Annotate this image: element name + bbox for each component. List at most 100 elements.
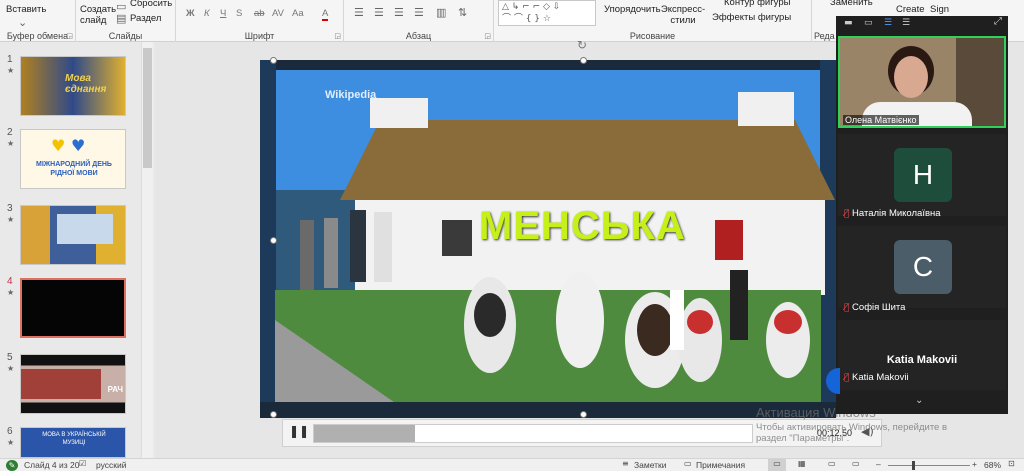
slides-group: Создать слайд ▭ Сбросить ▤ Раздел Слайды — [76, 0, 176, 42]
participant-name-label: 🎙̸ Софія Шита — [844, 302, 905, 313]
language-indicator[interactable]: русский — [96, 460, 127, 470]
video-time: 00:12,50 — [817, 428, 853, 438]
paragraph-group-label: Абзац — [405, 31, 432, 41]
slide-sorter-icon[interactable]: ▦ — [798, 459, 806, 468]
slideshow-icon[interactable]: ▭ — [852, 459, 860, 468]
volume-icon[interactable]: ◀) — [861, 425, 874, 438]
video-frame[interactable]: Wikipedia МЕНСЬКА — [260, 60, 836, 418]
video-progress-fill — [314, 425, 415, 442]
slide-counter: Слайд 4 из 20 — [24, 460, 80, 470]
dialog-launcher-icon[interactable]: ◲ — [66, 32, 73, 40]
slide-thumbnail-6[interactable]: МОВА В УКРАЇНСЬКІЙ МУЗИЦІ — [20, 427, 126, 458]
resize-handle[interactable] — [270, 237, 277, 244]
change-case-button[interactable]: Aa — [292, 8, 304, 19]
participant-tile[interactable]: С 🎙̸ Софія Шита — [838, 226, 1006, 313]
shapes-gallery[interactable]: △ ↳ ⌐ ⌐ ◇ ⇩ ⌒ ⌒ { } ☆ — [498, 0, 596, 26]
new-slide-button[interactable]: Создать слайд — [80, 4, 116, 26]
align-left-icon[interactable]: ☰ — [354, 6, 364, 19]
thumbnail-caption: Мова єднання — [65, 73, 107, 95]
participant-tile[interactable]: Н 🎙̸ Наталія Миколаївна — [838, 134, 1006, 219]
section-button[interactable]: Раздел — [130, 13, 161, 24]
chevron-down-icon[interactable]: ⌄ — [18, 16, 27, 29]
participant-name: Наталія Миколаївна — [852, 208, 941, 219]
italic-button[interactable]: К — [204, 8, 210, 19]
video-progress-bar[interactable] — [313, 424, 753, 443]
columns-icon[interactable]: ▥ — [436, 6, 446, 19]
spellcheck-icon[interactable]: ☑ — [79, 459, 86, 468]
zoom-out-button[interactable]: – — [876, 459, 881, 469]
scrollbar-thumb[interactable] — [143, 48, 152, 168]
notes-button[interactable]: Заметки — [634, 460, 667, 470]
thumbnail-caption: МОВА В УКРАЇНСЬКІЙ МУЗИЦІ — [42, 432, 106, 446]
layout-icon[interactable]: ☰ — [902, 18, 910, 28]
slide-thumbnail-3[interactable] — [20, 205, 126, 265]
thumbnail-caption: РАЧ — [107, 385, 123, 394]
speaker-view-icon[interactable]: ▭ — [864, 18, 873, 28]
participant-name: Софія Шита — [852, 302, 906, 313]
justify-icon[interactable]: ☰ — [414, 6, 424, 19]
align-right-icon[interactable]: ☰ — [394, 6, 404, 19]
rotate-handle-icon[interactable]: ↻ — [577, 38, 587, 52]
sign-button[interactable]: Sign — [930, 4, 949, 15]
slide-thumbnail-1[interactable]: Мова єднання — [20, 56, 126, 116]
shape-outline-button[interactable]: Контур фигуры — [724, 0, 790, 8]
shadow-button[interactable]: S — [236, 8, 242, 19]
comments-button[interactable]: Примечания — [696, 460, 745, 470]
slide-number: 1 — [7, 54, 13, 65]
reset-button[interactable]: Сбросить — [130, 0, 172, 9]
zoom-slider-thumb[interactable] — [912, 461, 915, 470]
drawing-group-label: Рисование — [629, 31, 676, 41]
create-button[interactable]: Create — [896, 4, 925, 15]
thumbnail-caption: МІЖНАРОДНИЙ ДЕНЬ РІДНОЇ МОВИ — [36, 161, 112, 177]
resize-handle[interactable] — [270, 57, 277, 64]
zoom-in-button[interactable]: + — [972, 459, 977, 469]
strikethrough-button[interactable]: ab — [254, 8, 265, 19]
direction-icon[interactable]: ⇅ — [458, 6, 467, 19]
clipboard-group-label: Буфер обмена — [6, 31, 69, 41]
slide-panel-scrollbar[interactable] — [141, 42, 153, 458]
active-speaker-tile[interactable]: Олена Матвієнко — [838, 36, 1006, 128]
participant-name-label: 🎙̸ Katia Makovii — [844, 372, 909, 383]
zoom-slider[interactable] — [888, 461, 970, 470]
font-color-button[interactable]: A — [322, 8, 329, 21]
minimize-icon[interactable]: ▬ — [844, 18, 853, 28]
chevron-down-icon[interactable]: ⌄ — [915, 395, 923, 406]
normal-view-icon[interactable]: ▭ — [768, 459, 786, 471]
paste-button[interactable]: Вставить — [6, 4, 46, 15]
gallery-view-icon[interactable]: ☰ — [884, 18, 892, 28]
muted-mic-icon: 🎙̸ — [844, 209, 850, 219]
section-icon[interactable]: ▤ — [116, 12, 126, 25]
resize-handle[interactable] — [270, 411, 277, 418]
zoom-percent[interactable]: 68% — [984, 460, 1001, 470]
arrange-button[interactable]: Упорядочить — [604, 4, 661, 15]
slide-number: 6 — [7, 426, 13, 437]
reading-view-icon[interactable]: ▭ — [828, 459, 836, 468]
paragraph-group: ☰ ☰ ☰ ☰ ▥ ⇅ Абзац ◲ — [344, 0, 494, 42]
participant-tile[interactable]: Katia Makovii 🎙̸ Katia Makovii — [838, 320, 1006, 390]
underline-button[interactable]: Ч — [220, 8, 226, 19]
replace-button[interactable]: Заменить — [830, 0, 873, 8]
shape-effects-button[interactable]: Эффекты фигуры — [712, 12, 791, 23]
participant-avatar: С — [894, 240, 952, 294]
align-center-icon[interactable]: ☰ — [374, 6, 384, 19]
expand-icon[interactable]: ⤢ — [994, 16, 1002, 27]
slide-number: 4 — [7, 276, 13, 287]
slide-thumbnail-5[interactable]: РАЧ — [20, 354, 126, 414]
muted-mic-icon: 🎙̸ — [844, 373, 850, 383]
bold-button[interactable]: Ж — [186, 8, 195, 19]
slide-thumbnail-2[interactable]: ♥ ♥ МІЖНАРОДНИЙ ДЕНЬ РІДНОЇ МОВИ — [20, 129, 126, 189]
pause-button[interactable]: ❚❚ — [289, 424, 309, 438]
resize-handle[interactable] — [580, 411, 587, 418]
resize-handle[interactable] — [580, 57, 587, 64]
spacing-button[interactable]: AV — [272, 8, 284, 19]
fit-to-window-icon[interactable]: ⊡ — [1008, 459, 1015, 468]
dialog-launcher-icon[interactable]: ◲ — [334, 32, 341, 40]
participant-name-label: Олена Матвієнко — [843, 115, 919, 125]
accessibility-icon[interactable]: ✎ — [6, 460, 18, 471]
transition-star-icon: ★ — [7, 139, 15, 148]
slide-thumbnail-4-selected[interactable] — [20, 278, 126, 338]
quick-styles-button[interactable]: Экспресс-стили — [660, 4, 706, 26]
dialog-launcher-icon[interactable]: ◲ — [484, 32, 491, 40]
heart-icon: ♥ — [51, 136, 66, 155]
muted-mic-icon: 🎙̸ — [844, 303, 850, 313]
